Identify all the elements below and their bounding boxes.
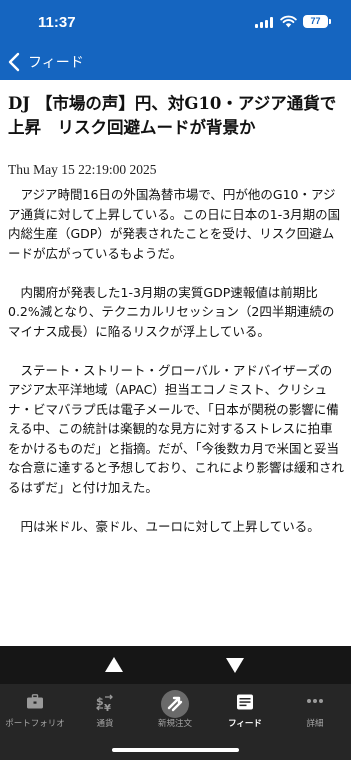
swap-arrows-icon <box>167 696 183 712</box>
back-button[interactable]: フィード <box>28 52 84 72</box>
tab-label: 詳細 <box>306 719 324 729</box>
article-paragraph: アジア時間16日の外国為替市場で、円が他のG10・アジア通貨に対して上昇している… <box>8 187 341 261</box>
article-view[interactable]: DJ 【市場の声】円、対G10・アジア通貨で上昇 リスク回避ムードが背景か Th… <box>0 80 351 646</box>
next-article-button[interactable] <box>226 658 244 673</box>
chevron-left-icon[interactable] <box>7 52 21 72</box>
more-dots-icon <box>307 699 323 703</box>
article-paragraph: 円は米ドル、豪ドル、ユーロに対して上昇している。 <box>20 518 320 534</box>
article-paragraph: ステート・ストリート・グローバル・アドバイザーズのアジア太平洋地域（APAC）担… <box>8 362 345 495</box>
article-date: Thu May 15 22:19:00 2025 <box>8 162 157 177</box>
briefcase-icon <box>27 694 43 709</box>
svg-text:¥: ¥ <box>104 703 111 712</box>
signal-icon <box>255 17 273 28</box>
status-time: 11:37 <box>38 14 76 31</box>
status-bar: 11:37 77 <box>0 0 351 44</box>
article-paragraph: 内閣府が発表した1-3月期の実質GDP速報値は前期比0.2%減となり、テクニカル… <box>8 284 335 339</box>
article-headline: DJ 【市場の声】円、対G10・アジア通貨で上昇 リスク回避ムードが背景か <box>8 94 337 137</box>
tab-label: ポートフォリオ <box>5 719 65 729</box>
battery-icon: 77 <box>303 15 331 28</box>
home-indicator <box>112 748 239 752</box>
currency-exchange-icon: $ ¥ <box>96 694 113 712</box>
nav-bar: フィード <box>0 44 351 80</box>
wifi-icon <box>280 15 297 28</box>
previous-article-button[interactable] <box>105 657 123 672</box>
tab-currency[interactable]: $ ¥ 通貨 <box>70 684 140 736</box>
tab-label: フィード <box>228 719 262 729</box>
new-order-icon[interactable] <box>161 690 189 718</box>
tab-details[interactable]: 詳細 <box>280 684 350 736</box>
article-body: アジア時間16日の外国為替市場で、円が他のG10・アジア通貨に対して上昇している… <box>8 185 344 556</box>
tab-portfolio[interactable]: ポートフォリオ <box>0 684 70 736</box>
article-pager-bar <box>0 646 351 684</box>
tab-label: 新規注文 <box>157 719 192 729</box>
svg-text:$: $ <box>96 695 104 708</box>
feed-document-icon <box>237 694 253 710</box>
tab-feed[interactable]: フィード <box>210 684 280 736</box>
tab-label: 通貨 <box>96 719 114 729</box>
